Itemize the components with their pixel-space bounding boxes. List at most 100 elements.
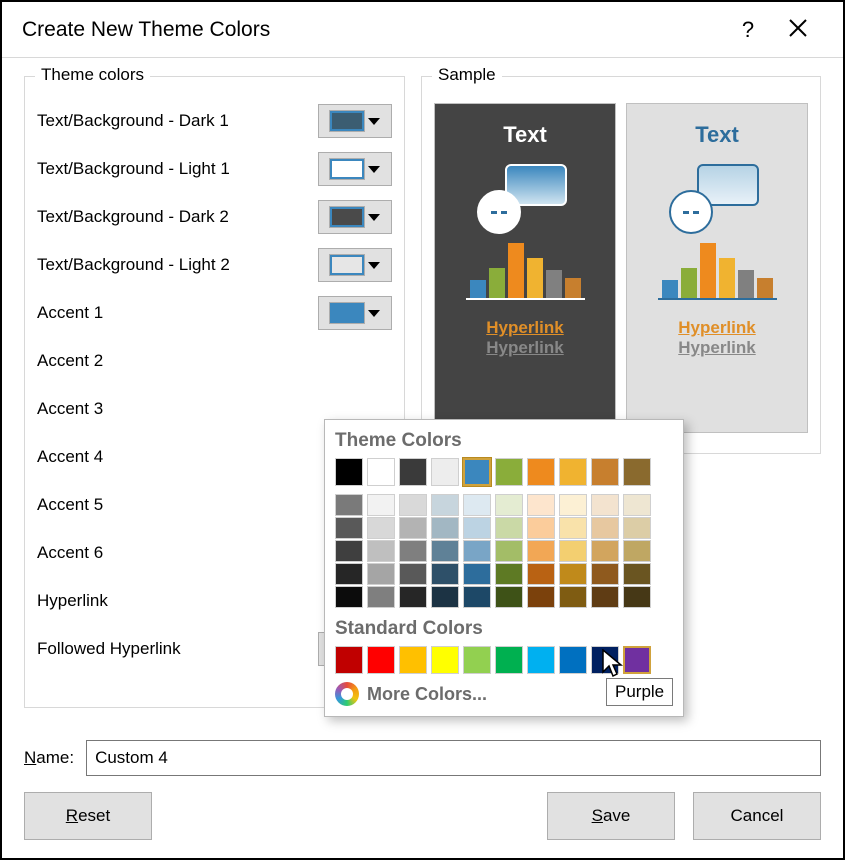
color-dropdown[interactable] (318, 248, 392, 282)
standard-color-swatch[interactable] (527, 646, 555, 674)
tint-swatch[interactable] (367, 563, 395, 585)
tint-swatch[interactable] (623, 563, 651, 585)
standard-color-swatch[interactable] (335, 646, 363, 674)
tint-swatch[interactable] (591, 517, 619, 539)
color-swatch (330, 255, 364, 275)
color-swatch (330, 207, 364, 227)
cancel-button[interactable]: Cancel (693, 792, 821, 840)
sample-panel-light: Text Hyperlink Hyperlink (626, 103, 808, 433)
tint-swatch[interactable] (623, 586, 651, 608)
tint-swatch[interactable] (623, 494, 651, 516)
tint-swatch[interactable] (335, 586, 363, 608)
sample-followed-dark: Hyperlink (486, 338, 563, 358)
chart-bar (719, 258, 735, 298)
standard-color-swatch[interactable] (367, 646, 395, 674)
tint-swatch[interactable] (527, 563, 555, 585)
theme-color-swatch[interactable] (559, 458, 587, 486)
theme-color-swatch[interactable] (527, 458, 555, 486)
theme-color-swatch[interactable] (335, 458, 363, 486)
tint-swatch[interactable] (335, 540, 363, 562)
tint-swatch[interactable] (431, 540, 459, 562)
tint-swatch[interactable] (527, 494, 555, 516)
tint-swatch[interactable] (335, 494, 363, 516)
sample-shapes-light (667, 160, 767, 230)
sample-group: Sample Text Hyperlink Hyperlink (421, 76, 821, 454)
tint-swatch[interactable] (399, 494, 427, 516)
chart-bar (700, 243, 716, 298)
standard-color-swatch[interactable] (399, 646, 427, 674)
tint-swatch[interactable] (463, 540, 491, 562)
tint-swatch[interactable] (527, 517, 555, 539)
theme-color-swatch[interactable] (431, 458, 459, 486)
tint-swatch[interactable] (335, 563, 363, 585)
tint-swatch[interactable] (367, 586, 395, 608)
standard-color-swatch[interactable] (623, 646, 651, 674)
group-label-sample: Sample (432, 65, 502, 85)
theme-color-swatch[interactable] (463, 458, 491, 486)
standard-color-swatch[interactable] (463, 646, 491, 674)
tint-swatch[interactable] (495, 586, 523, 608)
tint-swatch[interactable] (463, 586, 491, 608)
tint-swatch[interactable] (527, 540, 555, 562)
more-colors-label: More Colors... (367, 684, 487, 705)
tint-swatch[interactable] (399, 586, 427, 608)
color-dropdown[interactable] (318, 152, 392, 186)
color-dropdown[interactable] (318, 104, 392, 138)
reset-button[interactable]: Reset (24, 792, 152, 840)
tint-swatch[interactable] (495, 563, 523, 585)
tint-swatch[interactable] (431, 494, 459, 516)
theme-color-swatch[interactable] (367, 458, 395, 486)
color-picker-popup: Theme Colors Standard Colors More Colors… (324, 419, 684, 717)
tint-swatch[interactable] (495, 540, 523, 562)
tint-swatch[interactable] (495, 494, 523, 516)
theme-color-swatch[interactable] (495, 458, 523, 486)
tint-swatch[interactable] (335, 517, 363, 539)
theme-row-label: Accent 3 (37, 399, 392, 419)
tint-swatch[interactable] (399, 563, 427, 585)
color-dropdown[interactable] (318, 200, 392, 234)
tint-swatch[interactable] (559, 494, 587, 516)
tint-swatch[interactable] (527, 586, 555, 608)
tint-swatch[interactable] (463, 517, 491, 539)
tint-swatch[interactable] (367, 540, 395, 562)
tint-swatch[interactable] (559, 563, 587, 585)
tint-swatch[interactable] (367, 494, 395, 516)
standard-color-swatch[interactable] (431, 646, 459, 674)
tint-swatch[interactable] (495, 517, 523, 539)
theme-colors-row (335, 458, 673, 486)
close-button[interactable] (773, 17, 823, 43)
tint-swatch[interactable] (367, 517, 395, 539)
tint-swatch[interactable] (559, 540, 587, 562)
save-button[interactable]: Save (547, 792, 675, 840)
tint-swatch[interactable] (591, 494, 619, 516)
standard-color-swatch[interactable] (495, 646, 523, 674)
tint-swatch[interactable] (399, 540, 427, 562)
tint-swatch[interactable] (431, 517, 459, 539)
color-swatch (330, 159, 364, 179)
color-swatch (330, 303, 364, 323)
color-dropdown[interactable] (318, 296, 392, 330)
name-input[interactable] (86, 740, 821, 776)
tint-swatch[interactable] (623, 517, 651, 539)
standard-color-swatch[interactable] (559, 646, 587, 674)
tint-swatch[interactable] (399, 517, 427, 539)
tint-swatch[interactable] (591, 540, 619, 562)
tint-swatch[interactable] (559, 517, 587, 539)
tint-swatch[interactable] (431, 586, 459, 608)
tint-swatch[interactable] (463, 563, 491, 585)
help-button[interactable]: ? (723, 17, 773, 43)
tint-swatch[interactable] (623, 540, 651, 562)
color-wheel-icon (335, 682, 359, 706)
tint-swatch[interactable] (591, 586, 619, 608)
tint-swatch[interactable] (559, 586, 587, 608)
tint-swatch[interactable] (431, 563, 459, 585)
theme-color-swatch[interactable] (623, 458, 651, 486)
theme-color-swatch[interactable] (399, 458, 427, 486)
sample-text-dark: Text (503, 122, 547, 148)
chart-bar (508, 243, 524, 298)
theme-color-swatch[interactable] (591, 458, 619, 486)
sample-chart-dark (466, 240, 585, 300)
tint-swatch[interactable] (591, 563, 619, 585)
tint-swatch[interactable] (463, 494, 491, 516)
color-swatch (330, 111, 364, 131)
